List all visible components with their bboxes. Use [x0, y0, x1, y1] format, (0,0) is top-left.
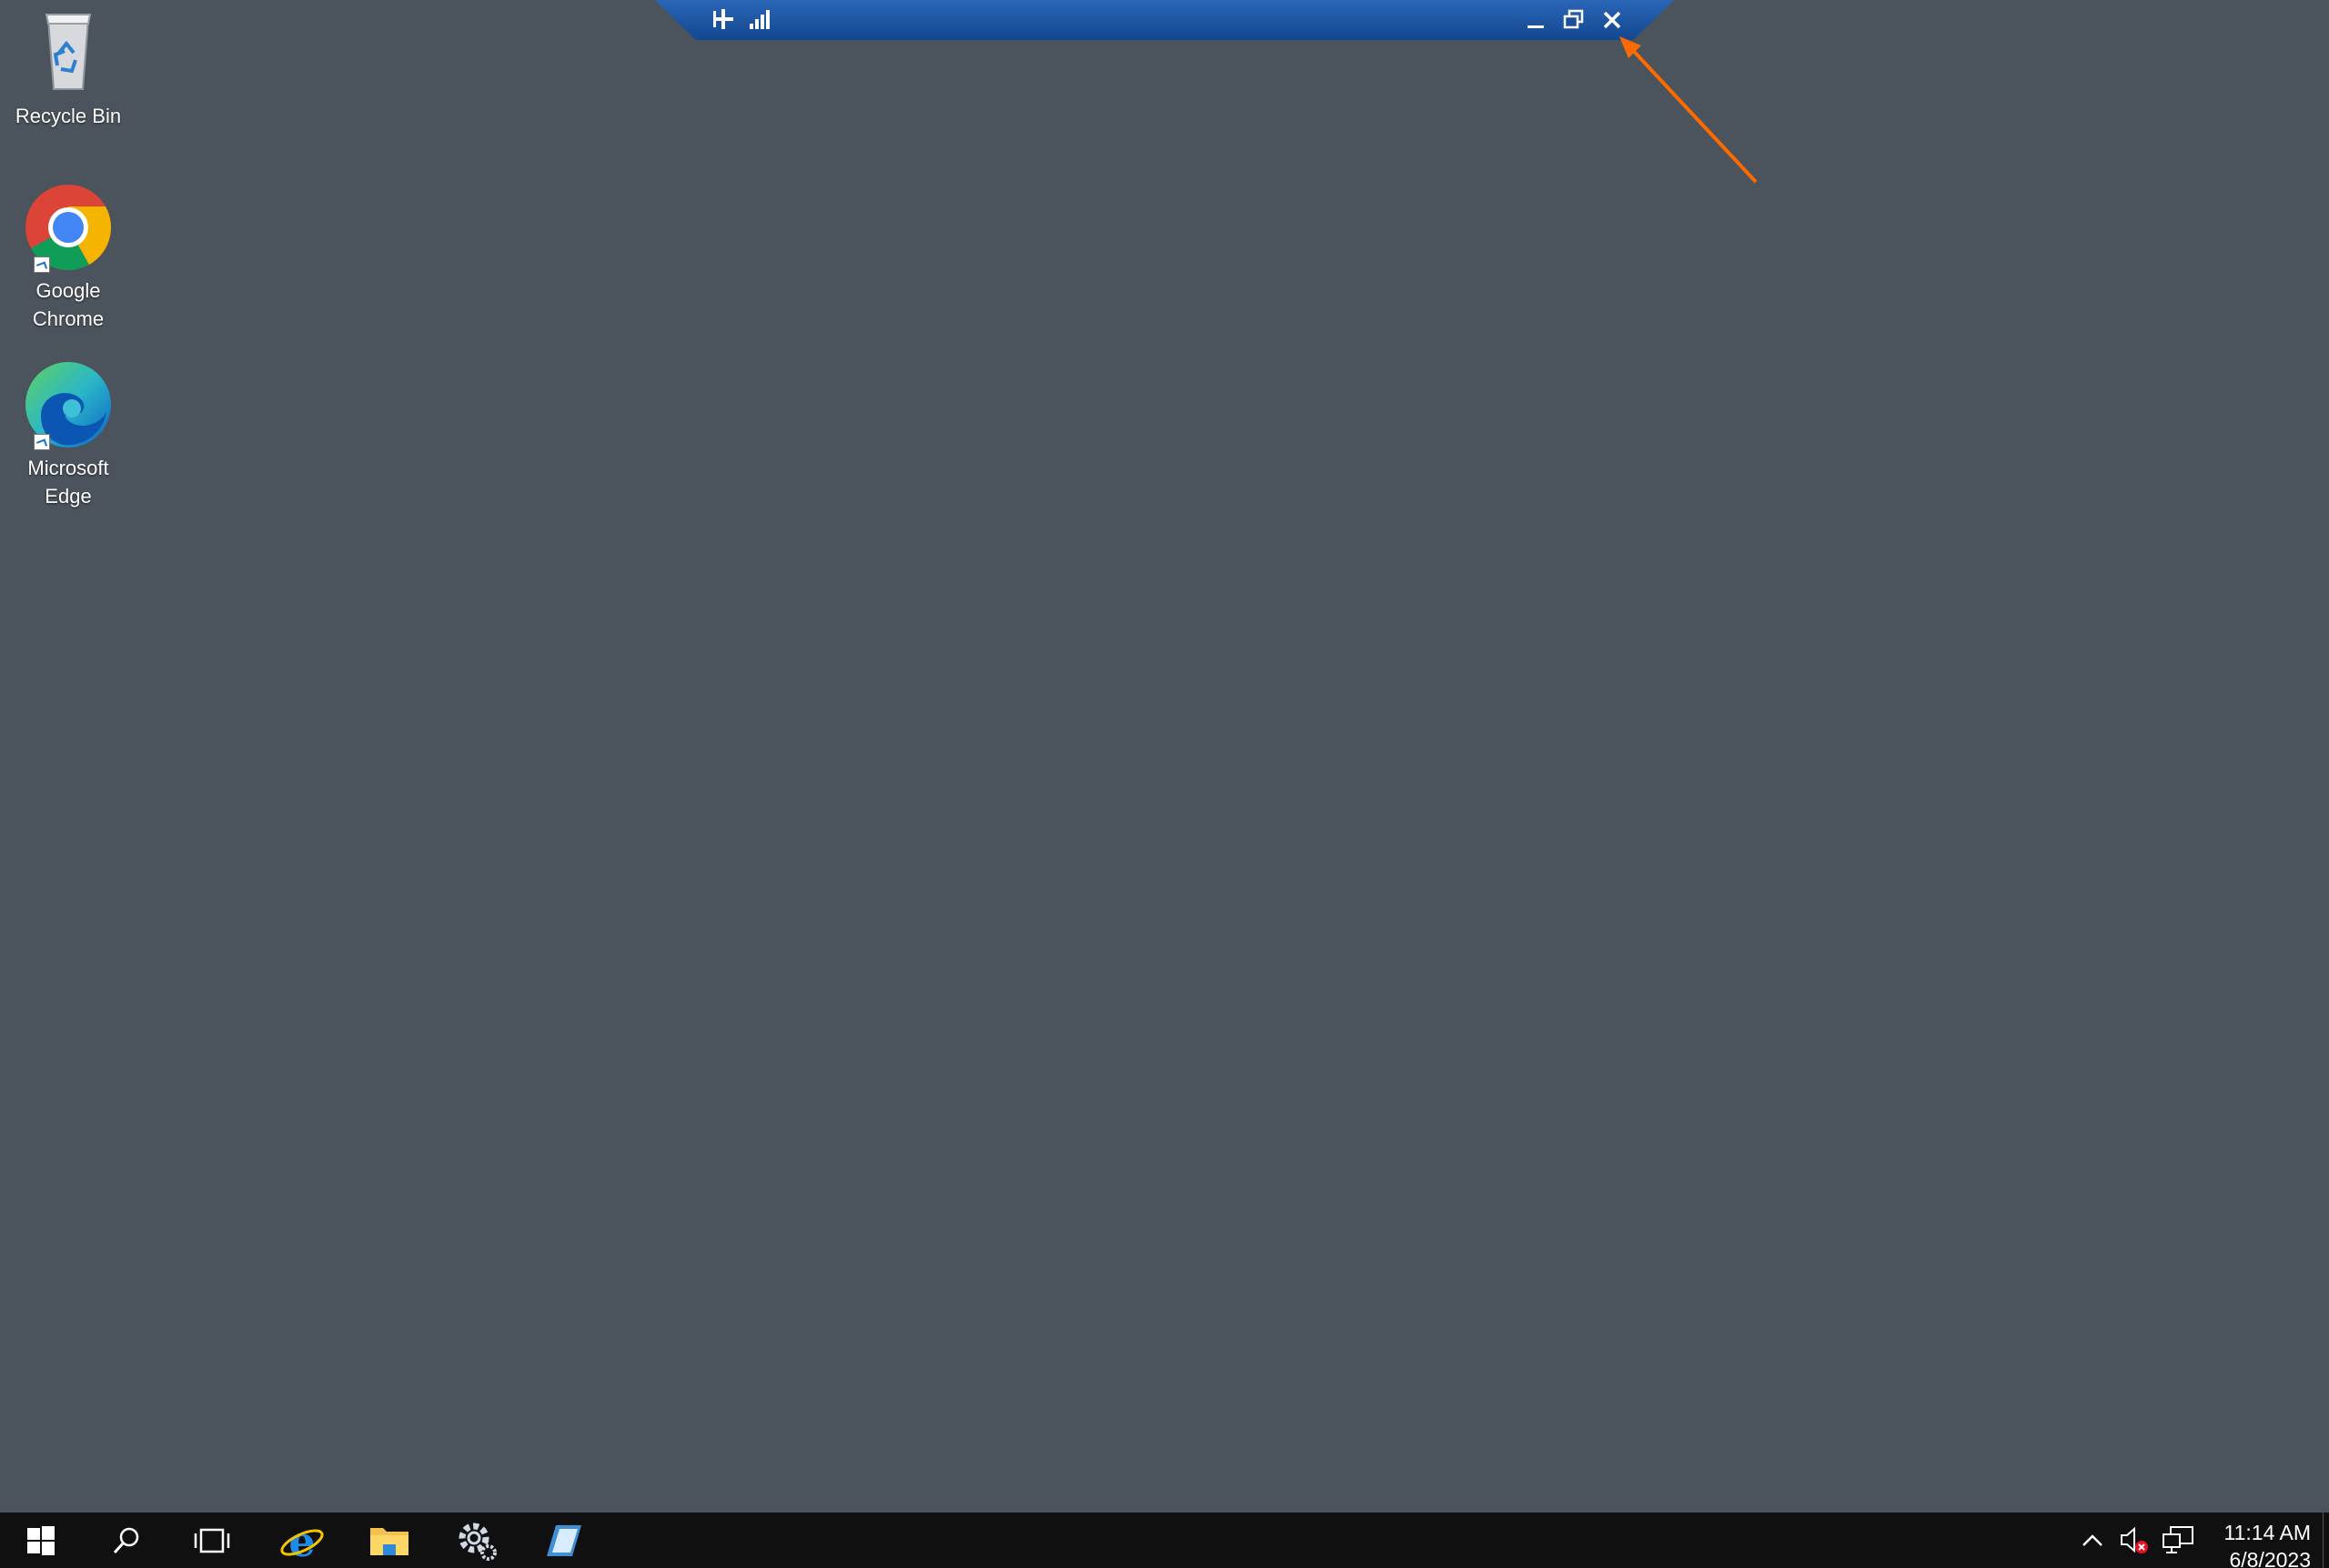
taskbar-internet-explorer[interactable]: e — [261, 1513, 343, 1568]
desktop-icon-recycle-bin[interactable]: Recycle Bin — [0, 7, 136, 130]
internet-explorer-icon: e — [280, 1518, 324, 1563]
restore-icon — [1563, 9, 1584, 29]
start-icon — [27, 1525, 55, 1555]
annotation-arrow — [1619, 36, 1758, 184]
desktop-icon-label: Recycle Bin — [15, 105, 122, 127]
start-button[interactable] — [0, 1513, 82, 1568]
desktop-icon-label: Google Chrome — [32, 279, 105, 330]
signal-icon[interactable] — [744, 5, 775, 35]
pin-icon[interactable] — [708, 5, 739, 35]
network-icon — [2163, 1526, 2193, 1553]
minimize-icon — [1527, 25, 1544, 28]
remote-desktop-connection-bar — [655, 0, 1674, 40]
svg-text:e: e — [288, 1518, 315, 1563]
desktop-icon-google-chrome[interactable]: Google Chrome — [0, 182, 136, 333]
shell-app-icon — [547, 1524, 581, 1556]
taskbar: e 11:14 AM 6/8/2023 — [0, 1513, 2329, 1568]
chevron-up-icon — [2082, 1534, 2102, 1546]
restore-button[interactable] — [1558, 5, 1589, 35]
search-icon — [113, 1527, 139, 1553]
minimize-button[interactable] — [1520, 5, 1551, 35]
task-view-button[interactable] — [171, 1513, 253, 1568]
search-button[interactable] — [86, 1513, 167, 1568]
show-desktop-button[interactable] — [2323, 1513, 2329, 1568]
show-hidden-icons-button[interactable] — [2074, 1522, 2111, 1558]
volume-muted-icon — [2121, 1526, 2148, 1553]
task-view-icon — [194, 1528, 230, 1553]
taskbar-server-manager[interactable] — [436, 1513, 518, 1568]
edge-icon — [23, 359, 114, 450]
desktop-icon-microsoft-edge[interactable]: Microsoft Edge — [0, 359, 136, 510]
taskbar-file-explorer[interactable] — [348, 1513, 430, 1568]
chrome-icon — [23, 182, 114, 273]
file-explorer-icon — [370, 1527, 408, 1555]
taskbar-clock[interactable]: 11:14 AM 6/8/2023 — [2193, 1519, 2311, 1568]
clock-date: 6/8/2023 — [2229, 1548, 2311, 1568]
taskbar-app[interactable] — [523, 1513, 605, 1568]
recycle-bin-icon — [23, 7, 114, 98]
network-button[interactable] — [2160, 1522, 2196, 1558]
server-manager-icon — [459, 1523, 497, 1561]
volume-button[interactable] — [2116, 1522, 2153, 1558]
desktop: Recycle Bin Google Chrome Microsoft Edge — [0, 0, 2329, 1513]
shortcut-arrow-icon — [34, 256, 50, 273]
clock-time: 11:14 AM — [2223, 1521, 2311, 1544]
desktop-icon-label: Microsoft Edge — [27, 457, 109, 508]
shortcut-arrow-icon — [34, 434, 50, 450]
